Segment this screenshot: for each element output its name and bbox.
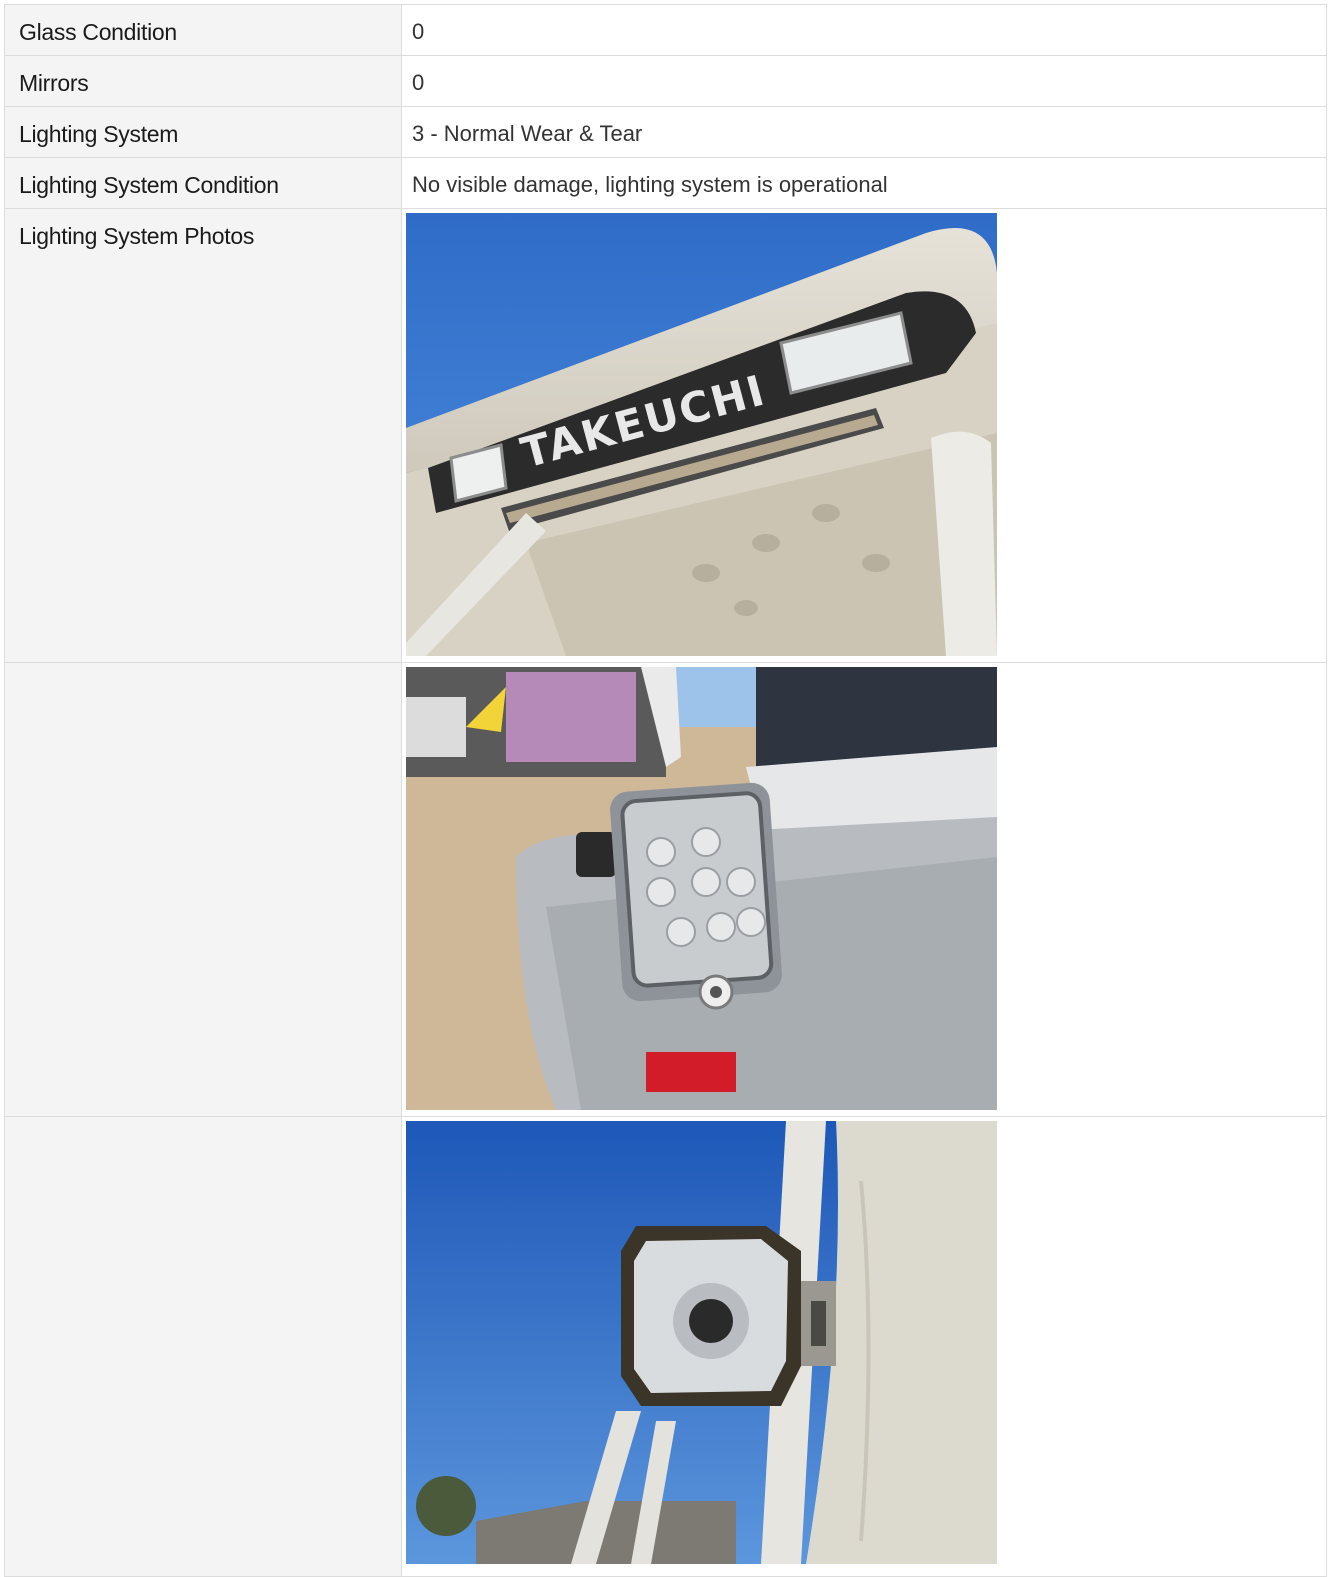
table-row: Glass Condition 0	[5, 5, 1327, 56]
table-row	[5, 1117, 1327, 1577]
photo-cell	[402, 1117, 1327, 1577]
row-label: Glass Condition	[5, 5, 402, 56]
row-label: Mirrors	[5, 56, 402, 107]
row-value: 3 - Normal Wear & Tear	[402, 107, 1327, 158]
table-row: Lighting System Condition No visible dam…	[5, 158, 1327, 209]
lighting-photo-1[interactable]: TAKEUCHI	[406, 213, 997, 656]
table-row	[5, 663, 1327, 1117]
lighting-photo-2[interactable]	[406, 667, 997, 1110]
row-value: 0	[402, 56, 1327, 107]
table-row: Lighting System Photos TAKEUCHI	[5, 209, 1327, 663]
details-table: Glass Condition 0 Mirrors 0 Lighting Sys…	[4, 4, 1327, 1577]
table-row: Mirrors 0	[5, 56, 1327, 107]
photo-cell	[402, 663, 1327, 1117]
row-label-empty	[5, 1117, 402, 1577]
photos-label: Lighting System Photos	[5, 209, 402, 663]
row-value: No visible damage, lighting system is op…	[402, 158, 1327, 209]
row-label: Lighting System Condition	[5, 158, 402, 209]
photo-cell: TAKEUCHI	[402, 209, 1327, 663]
lighting-photo-3[interactable]	[406, 1121, 997, 1564]
row-label: Lighting System	[5, 107, 402, 158]
row-label-empty	[5, 663, 402, 1117]
row-value: 0	[402, 5, 1327, 56]
table-row: Lighting System 3 - Normal Wear & Tear	[5, 107, 1327, 158]
